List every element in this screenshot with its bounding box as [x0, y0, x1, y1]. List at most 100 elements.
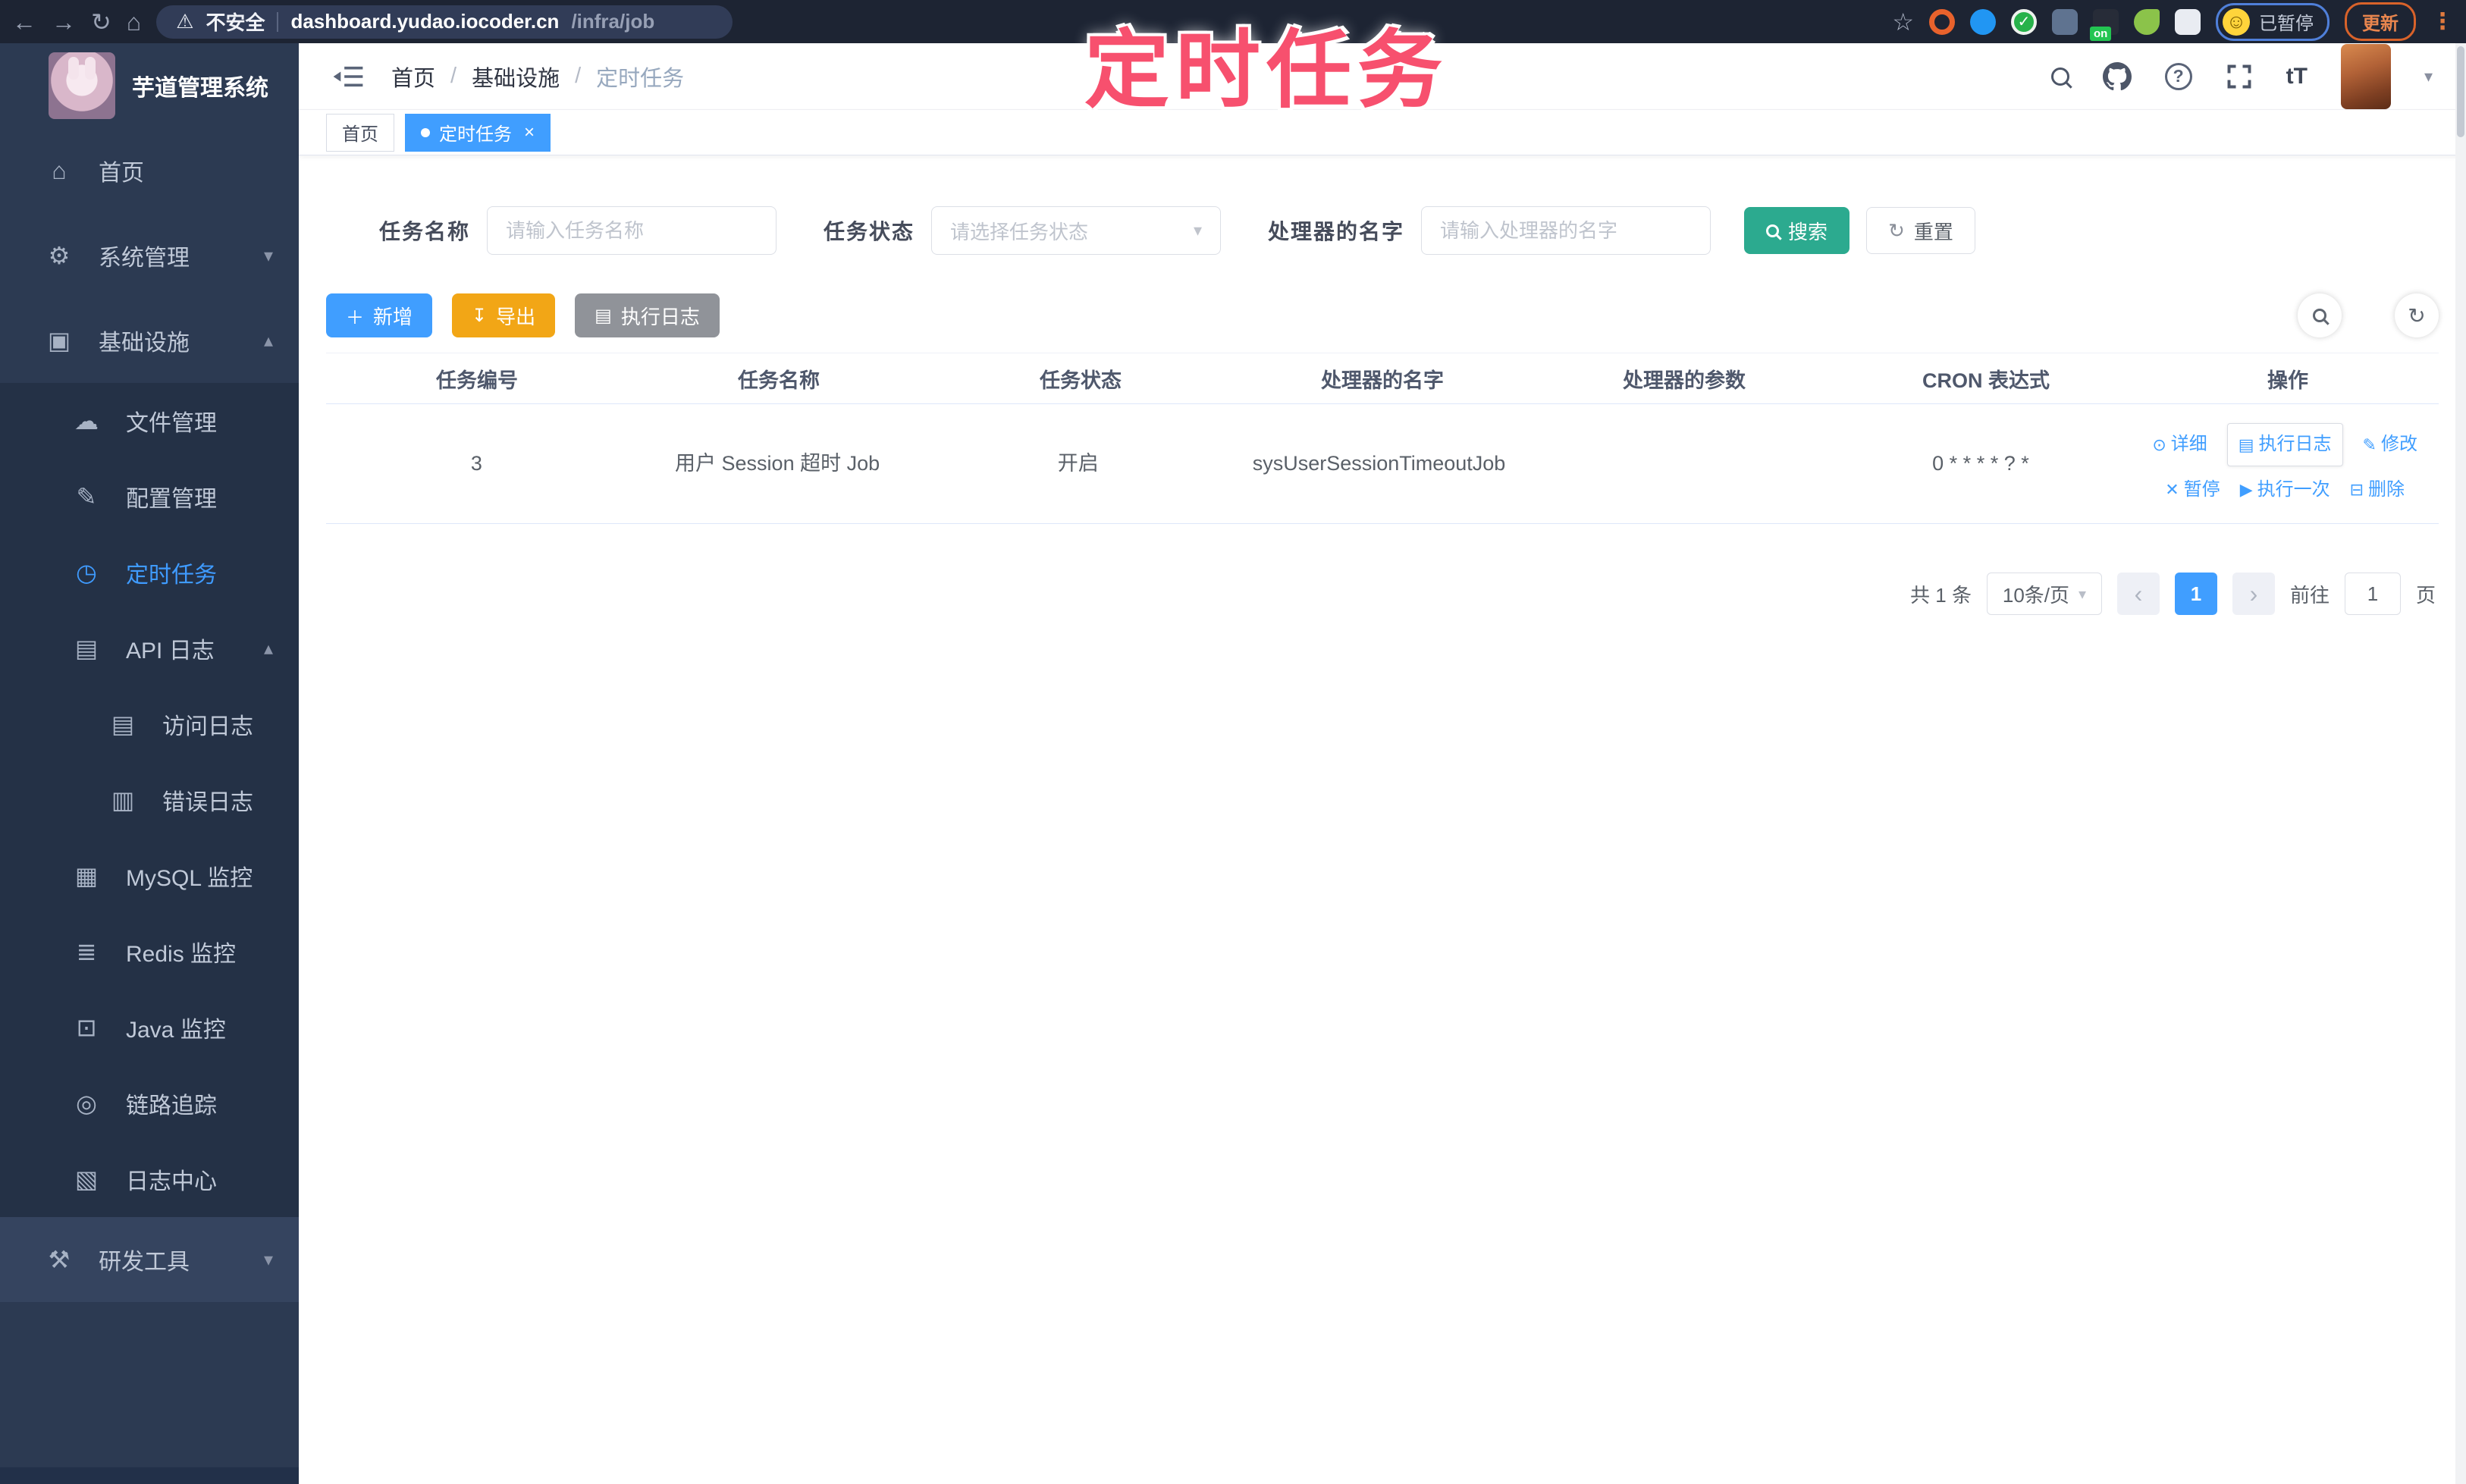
- sidebar-item-config-management[interactable]: ✎ 配置管理: [0, 459, 299, 535]
- extension-grid-icon[interactable]: [2052, 8, 2078, 35]
- user-avatar[interactable]: [2340, 43, 2391, 109]
- extension-paused-badge[interactable]: ☺ 已暂停: [2216, 2, 2330, 41]
- sidebar-item-tracing[interactable]: ◎ 链路追踪: [0, 1065, 299, 1141]
- help-icon[interactable]: ?: [2164, 62, 2192, 90]
- sidebar-item-label: 研发工具: [99, 1250, 190, 1275]
- sidebar-item-dev-tools[interactable]: ⚒ 研发工具 ▾: [0, 1217, 299, 1302]
- cell-handler-name: sysUserSessionTimeoutJob: [1252, 451, 1506, 475]
- github-icon[interactable]: [2102, 61, 2132, 91]
- browser-menu-icon[interactable]: ⋮: [2431, 8, 2454, 35]
- jobs-table: 任务编号 任务名称 任务状态 处理器的名字 处理器的参数 CRON 表达式 操作…: [326, 353, 2439, 524]
- sidebar-item-infrastructure[interactable]: ▣ 基础设施 ▴: [0, 298, 299, 383]
- download-icon: ↧: [472, 305, 488, 326]
- extension-green-check-icon[interactable]: ✓: [2011, 8, 2037, 35]
- sidebar-item-mysql-monitor[interactable]: ▦ MySQL 监控: [0, 838, 299, 914]
- handler-name-input[interactable]: [1421, 206, 1711, 255]
- pause-link[interactable]: ✕ 暂停: [2165, 475, 2220, 504]
- extension-dark-icon[interactable]: on: [2090, 8, 2119, 41]
- col-job-id: 任务编号: [436, 369, 518, 392]
- toggle-search-button[interactable]: [2298, 293, 2342, 337]
- browser-forward-icon[interactable]: →: [52, 10, 76, 34]
- edit-icon: ✎: [76, 483, 97, 510]
- prev-page-button[interactable]: ‹: [2116, 573, 2160, 615]
- page-scrollbar[interactable]: [2455, 43, 2466, 1484]
- sidebar-item-error-logs[interactable]: ▥ 错误日志: [0, 762, 299, 838]
- breadcrumb-home[interactable]: 首页: [391, 61, 435, 93]
- list-icon: ▤: [595, 305, 612, 326]
- export-button[interactable]: ↧ 导出: [452, 293, 556, 337]
- sidebar-item-file-management[interactable]: ☁ 文件管理: [0, 383, 299, 459]
- pencil-icon: ✎: [2362, 435, 2377, 454]
- next-page-button[interactable]: ›: [2232, 573, 2275, 615]
- security-warning-icon: ⚠: [176, 10, 194, 33]
- sidebar-item-label: 文件管理: [126, 411, 217, 436]
- infrastructure-submenu: ☁ 文件管理 ✎ 配置管理 ◷ 定时任务 ▤ API 日志 ▴ ▤ 访问日志 ▥: [0, 383, 299, 1217]
- browser-back-icon[interactable]: ←: [12, 10, 36, 34]
- scrollbar-thumb[interactable]: [2457, 46, 2464, 137]
- job-name-input[interactable]: [487, 206, 777, 255]
- bookmark-star-icon[interactable]: ☆: [1892, 8, 1914, 36]
- search-icon[interactable]: [2050, 67, 2069, 86]
- app-logo: [49, 52, 115, 119]
- run-once-link[interactable]: ▶ 执行一次: [2240, 475, 2330, 504]
- extension-puzzle-icon[interactable]: [2175, 8, 2201, 35]
- add-button[interactable]: ＋ 新增: [326, 293, 433, 337]
- exec-log-link[interactable]: ▤ 执行日志: [2226, 423, 2343, 466]
- sidebar-item-redis-monitor[interactable]: ≣ Redis 监控: [0, 914, 299, 990]
- sidebar-item-label: 定时任务: [126, 563, 217, 588]
- delete-link[interactable]: ⊟ 删除: [2350, 475, 2405, 504]
- reset-button-label: 重置: [1913, 220, 1953, 243]
- page-size-select[interactable]: 10条/页 ▾: [1986, 573, 2102, 615]
- tab-scheduled-jobs[interactable]: 定时任务 ×: [405, 113, 551, 152]
- col-job-status: 任务状态: [1040, 369, 1122, 392]
- sidebar-item-home[interactable]: ⌂ 首页: [0, 128, 299, 213]
- browser-home-icon[interactable]: ⌂: [127, 10, 141, 34]
- sidebar-item-system[interactable]: ⚙ 系统管理 ▾: [0, 213, 299, 298]
- sidebar-item-java-monitor[interactable]: ⊡ Java 监控: [0, 990, 299, 1065]
- page-1-button[interactable]: 1: [2174, 573, 2217, 615]
- chevron-down-icon: ▾: [263, 1249, 273, 1270]
- collapse-sidebar-icon[interactable]: [332, 63, 364, 90]
- address-bar[interactable]: ⚠ 不安全 dashboard.yudao.iocoder.cn/infra/j…: [156, 5, 733, 39]
- extension-blue-icon[interactable]: [1970, 8, 1996, 35]
- filter-form: 任务名称 任务状态 请选择任务状态 ▾ 处理器的名字 搜索 ↻ 重置: [379, 206, 1975, 255]
- extension-leaf-icon[interactable]: [2134, 8, 2160, 35]
- cell-handler-params: [1529, 404, 1831, 523]
- edit-link[interactable]: ✎ 修改: [2363, 430, 2417, 459]
- sidebar-item-label: Redis 监控: [126, 942, 237, 967]
- eye-icon: ◎: [76, 1090, 97, 1117]
- browser-reload-icon[interactable]: ↻: [91, 10, 111, 34]
- search-icon: [1766, 224, 1780, 237]
- goto-page-input[interactable]: [2344, 573, 2401, 615]
- sidebar-item-access-logs[interactable]: ▤ 访问日志: [0, 686, 299, 762]
- exec-log-button[interactable]: ▤ 执行日志: [575, 293, 720, 337]
- emoji-face-icon: ☺: [2223, 8, 2250, 36]
- sidebar-item-label: 访问日志: [162, 714, 253, 739]
- sidebar-item-log-center[interactable]: ▧ 日志中心: [0, 1141, 299, 1217]
- sidebar-item-api-logs[interactable]: ▤ API 日志 ▴: [0, 610, 299, 686]
- tab-home[interactable]: 首页: [326, 113, 394, 152]
- active-dot-icon: [421, 127, 430, 137]
- browser-update-button[interactable]: 更新: [2345, 2, 2416, 41]
- search-button[interactable]: 搜索: [1744, 207, 1850, 254]
- avatar-caret-icon[interactable]: ▾: [2424, 67, 2433, 86]
- gear-icon: ⚙: [48, 242, 71, 269]
- reset-button[interactable]: ↻ 重置: [1866, 207, 1975, 254]
- cell-job-name: 用户 Session 超时 Job: [675, 451, 880, 475]
- plus-icon: ＋: [346, 307, 364, 328]
- cell-job-id: 3: [470, 451, 482, 475]
- fullscreen-icon[interactable]: [2226, 63, 2253, 90]
- job-status-select[interactable]: 请选择任务状态 ▾: [931, 206, 1222, 255]
- refresh-table-button[interactable]: ↻: [2395, 293, 2439, 337]
- extension-orange-icon[interactable]: [1929, 8, 1955, 35]
- sidebar-item-label: 首页: [99, 161, 144, 186]
- font-size-icon[interactable]: tT: [2286, 64, 2308, 89]
- col-handler-params: 处理器的参数: [1623, 369, 1746, 392]
- close-icon[interactable]: ×: [524, 122, 535, 143]
- pagination: 共 1 条 10条/页 ▾ ‹ 1 › 前往 页: [1910, 573, 2436, 615]
- breadcrumb-infrastructure[interactable]: 基础设施: [472, 61, 560, 93]
- detail-link[interactable]: ⊙ 详细: [2152, 430, 2207, 459]
- sidebar-item-scheduled-jobs[interactable]: ◷ 定时任务: [0, 535, 299, 610]
- job-status-placeholder: 请选择任务状态: [950, 220, 1089, 243]
- pause-icon: ✕: [2165, 480, 2179, 500]
